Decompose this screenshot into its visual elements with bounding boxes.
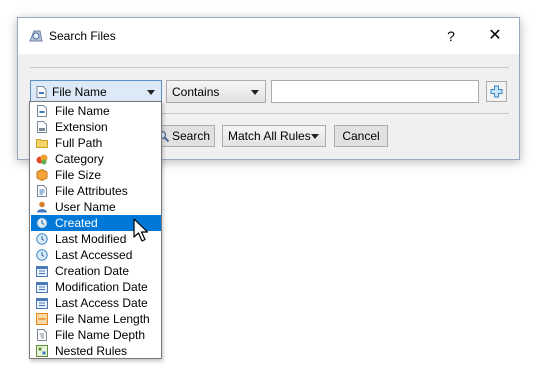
rule-value-input[interactable] xyxy=(271,80,479,103)
extension-icon xyxy=(37,121,47,133)
match-mode-value: Match All Rules xyxy=(228,129,311,143)
name-length-icon xyxy=(36,313,48,325)
dropdown-item-label: File Name Depth xyxy=(55,328,146,342)
dropdown-item-nested-rules[interactable]: Nested Rules xyxy=(31,343,161,359)
dropdown-item-file-attributes[interactable]: File Attributes xyxy=(31,183,161,199)
dropdown-item-label: File Attributes xyxy=(55,184,128,198)
top-separator xyxy=(30,67,509,68)
dropdown-item-user-name[interactable]: User Name xyxy=(31,199,161,215)
help-button[interactable]: ? xyxy=(438,25,464,47)
dropdown-item-label: File Name xyxy=(55,104,110,118)
dropdown-item-label: Created xyxy=(55,216,98,230)
search-button-label: Search xyxy=(172,129,211,143)
dialog-title: Search Files xyxy=(49,29,116,43)
name-depth-icon xyxy=(37,329,47,341)
dropdown-item-label: Last Modified xyxy=(55,232,127,246)
dropdown-item-modification-date[interactable]: Modification Date xyxy=(31,279,161,295)
dropdown-item-extension[interactable]: Extension xyxy=(31,119,161,135)
calendar-icon xyxy=(36,298,48,309)
dropdown-item-label: Extension xyxy=(55,120,108,134)
dropdown-item-full-path[interactable]: Full Path xyxy=(31,135,161,151)
dropdown-item-file-name[interactable]: File Name xyxy=(31,103,161,119)
dropdown-item-label: File Name Length xyxy=(55,312,150,326)
dropdown-item-label: Creation Date xyxy=(55,264,130,278)
dropdown-item-last-access-date[interactable]: Last Access Date xyxy=(31,295,161,311)
chevron-down-icon xyxy=(251,90,259,95)
dropdown-item-last-accessed[interactable]: Last Accessed xyxy=(31,247,161,263)
dropdown-item-label: Last Accessed xyxy=(55,248,133,262)
dropdown-item-category[interactable]: Category xyxy=(31,151,161,167)
match-mode-select[interactable]: Match All Rules xyxy=(222,125,326,147)
calendar-icon xyxy=(36,282,48,293)
title-bar: Search Files ? ✕ xyxy=(18,18,519,54)
dropdown-item-creation-date[interactable]: Creation Date xyxy=(31,263,161,279)
clock-icon xyxy=(36,217,48,229)
calendar-icon xyxy=(36,266,48,277)
operator-select-value: Contains xyxy=(172,85,220,99)
mouse-pointer-icon xyxy=(133,218,149,242)
category-icon xyxy=(36,154,48,165)
file-attributes-icon xyxy=(37,185,47,197)
clock-icon xyxy=(36,233,48,245)
field-select[interactable]: File Name xyxy=(30,80,162,103)
nested-rules-icon xyxy=(36,345,48,357)
dropdown-item-label: User Name xyxy=(55,200,116,214)
search-files-app-icon xyxy=(29,30,43,42)
close-button[interactable]: ✕ xyxy=(480,25,510,47)
dropdown-item-label: Category xyxy=(55,152,104,166)
chevron-down-icon xyxy=(311,134,319,139)
dropdown-item-label: Last Access Date xyxy=(55,296,148,310)
operator-select[interactable]: Contains xyxy=(166,80,266,103)
file-name-icon xyxy=(36,86,47,98)
cancel-button[interactable]: Cancel xyxy=(334,125,388,147)
dropdown-item-label: Full Path xyxy=(55,136,103,150)
dropdown-item-label: Nested Rules xyxy=(55,344,128,358)
add-rule-button[interactable] xyxy=(486,81,507,102)
plus-icon xyxy=(490,85,503,98)
clock-icon xyxy=(36,249,48,261)
file-name-icon xyxy=(37,105,47,117)
dropdown-item-file-name-depth[interactable]: File Name Depth xyxy=(31,327,161,343)
user-icon xyxy=(37,201,47,213)
file-size-icon xyxy=(36,169,48,181)
dropdown-item-label: File Size xyxy=(55,168,102,182)
chevron-down-icon xyxy=(147,90,155,95)
dropdown-item-label: Modification Date xyxy=(55,280,148,294)
dropdown-item-file-size[interactable]: File Size xyxy=(31,167,161,183)
dropdown-item-file-name-length[interactable]: File Name Length xyxy=(31,311,161,327)
field-select-value: File Name xyxy=(52,85,107,99)
folder-icon xyxy=(36,139,48,148)
